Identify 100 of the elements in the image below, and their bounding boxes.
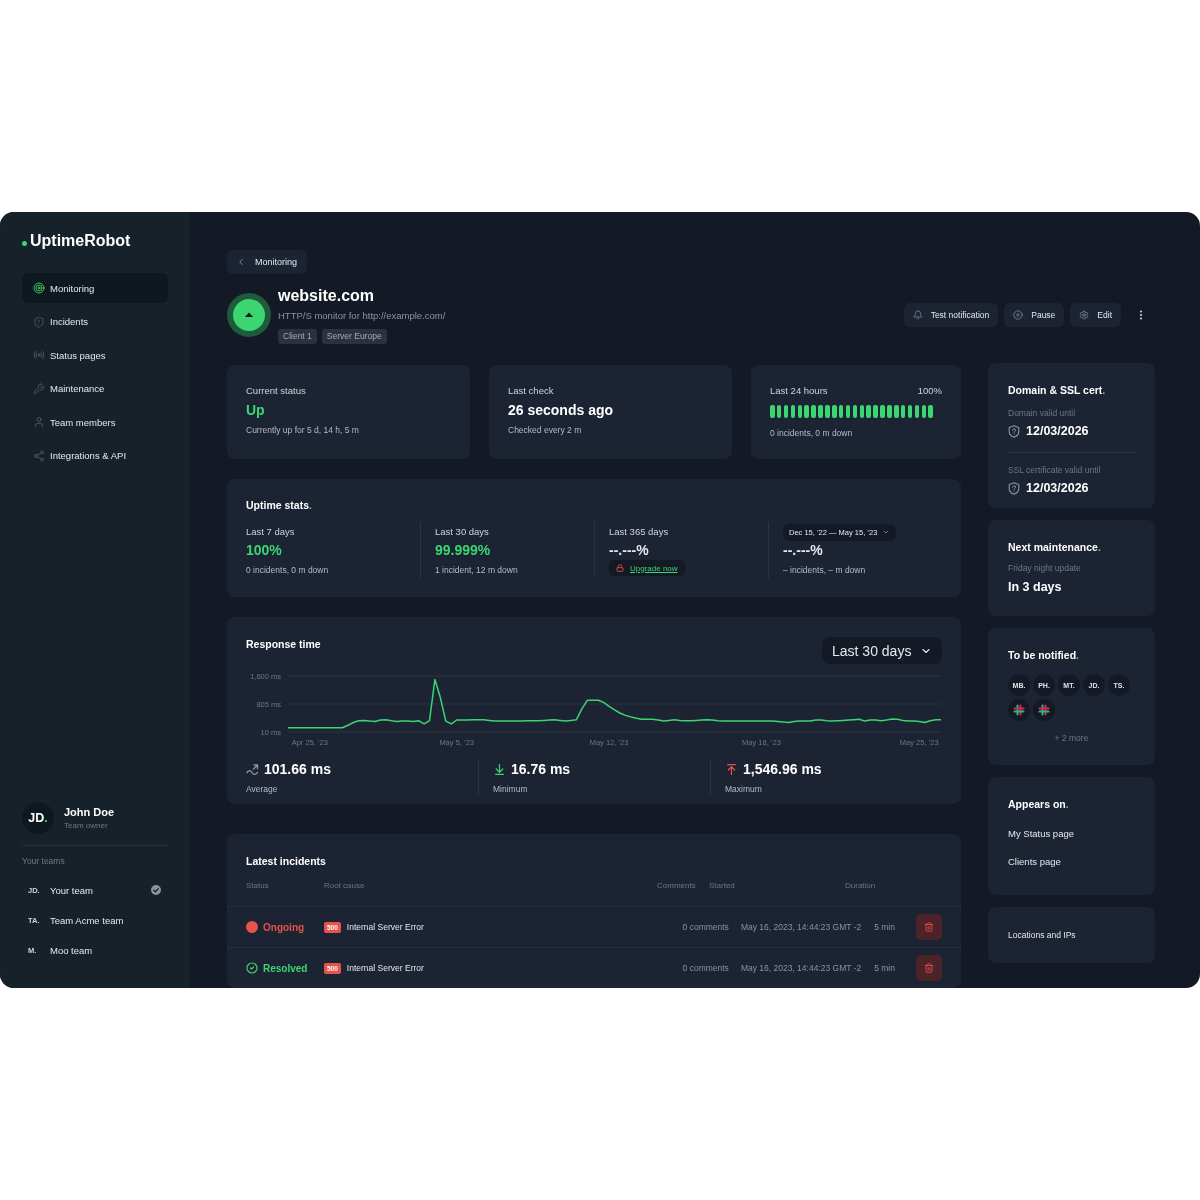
locations-button[interactable]: Locations and IPs bbox=[988, 907, 1155, 963]
stat-label: Maximum bbox=[725, 783, 762, 795]
card-title: Appears on. bbox=[1008, 797, 1069, 811]
card-label: Domain valid until bbox=[1008, 407, 1076, 419]
uptime-percent: 99.999% bbox=[435, 541, 491, 559]
card-title: Next maintenance. bbox=[1008, 540, 1101, 554]
expiry-date: 12/03/2026 bbox=[1026, 424, 1089, 438]
shield-question-icon bbox=[1008, 424, 1020, 438]
uptime-percent: 100% bbox=[917, 385, 942, 397]
shield-alert-icon bbox=[33, 315, 45, 328]
card-label: Current status bbox=[246, 385, 307, 397]
status-page-link[interactable]: My Status page bbox=[1008, 828, 1074, 840]
period-detail: 0 incidents, 0 m down bbox=[246, 564, 329, 576]
maintenance-time: In 3 days bbox=[1008, 579, 1062, 595]
hash-icon bbox=[1008, 699, 1030, 721]
delete-button[interactable] bbox=[916, 914, 942, 940]
maintenance-name: Friday night update bbox=[1008, 562, 1081, 574]
status-page-link[interactable]: Clients page bbox=[1008, 856, 1061, 868]
period-label: Last 7 days bbox=[246, 526, 295, 538]
card-label: SSL certificate valid until bbox=[1008, 464, 1101, 476]
column-header: Started bbox=[709, 881, 735, 890]
started-time: May 16, 2023, 14:44:23 GMT -2 bbox=[740, 922, 862, 932]
back-button[interactable]: Monitoring bbox=[227, 250, 308, 274]
column-header: Comments bbox=[657, 881, 696, 890]
uptime-percent: 100% bbox=[246, 541, 282, 559]
card-title: Uptime stats. bbox=[246, 498, 312, 512]
pause-icon bbox=[1013, 310, 1024, 320]
period-detail: – incidents, – m down bbox=[783, 564, 866, 576]
chevron-down-icon bbox=[882, 528, 891, 536]
incident-status: Ongoing bbox=[263, 921, 305, 933]
trash-icon bbox=[924, 922, 934, 932]
arrow-up-to-line-icon bbox=[725, 762, 738, 776]
trash-icon bbox=[924, 963, 934, 973]
incident-status: Resolved bbox=[263, 962, 308, 974]
period-label: Last 365 days bbox=[609, 526, 669, 538]
user-role: Team owner bbox=[64, 820, 109, 831]
stat-value: 101.66 ms bbox=[264, 760, 331, 778]
share-nodes-icon bbox=[33, 449, 45, 462]
nav-item[interactable]: Monitoring bbox=[22, 273, 168, 303]
card-detail: Currently up for 5 d, 14 h, 5 m bbox=[246, 424, 359, 436]
stat-label: Minimum bbox=[493, 783, 528, 795]
card-title: Domain & SSL cert. bbox=[1008, 383, 1106, 397]
tag: Server Europe bbox=[321, 329, 387, 344]
action-button[interactable]: Pause bbox=[1004, 303, 1065, 327]
user-avatar: JD. bbox=[22, 802, 54, 834]
comments-count: 0 comments bbox=[682, 963, 729, 973]
expiry-date: 12/03/2026 bbox=[1026, 481, 1089, 495]
root-cause: Internal Server Error bbox=[346, 922, 424, 932]
stat-value: 16.76 ms bbox=[511, 760, 571, 778]
user-icon bbox=[33, 416, 45, 428]
nav-item[interactable]: Status pages bbox=[22, 340, 168, 370]
card-title: Latest incidents bbox=[246, 854, 326, 868]
action-button[interactable]: Edit bbox=[1070, 303, 1121, 327]
duration: 5 min bbox=[874, 922, 895, 932]
column-header: Root cause bbox=[324, 881, 365, 890]
comments-count: 0 comments bbox=[682, 922, 729, 932]
hash-icon bbox=[1033, 699, 1055, 721]
nav-item[interactable]: Team members bbox=[22, 407, 168, 437]
tag: Client 1 bbox=[278, 329, 317, 344]
stat-label: Average bbox=[246, 783, 278, 795]
card-label: Last check bbox=[508, 385, 555, 397]
period-label: Last 30 days bbox=[435, 526, 489, 538]
upgrade-link[interactable]: Upgrade now bbox=[609, 560, 685, 576]
broadcast-icon bbox=[33, 349, 45, 361]
user-name: John Doe bbox=[64, 805, 115, 819]
action-button[interactable]: Test notification bbox=[903, 303, 999, 327]
started-time: May 16, 2023, 14:44:23 GMT -2 bbox=[740, 963, 862, 973]
monitor-description: HTTP/S monitor for http://example.com/ bbox=[278, 309, 446, 323]
wrench-icon bbox=[33, 382, 45, 395]
nav-item[interactable]: Incidents bbox=[22, 306, 168, 337]
card-label: Last 24 hours bbox=[770, 385, 828, 397]
card-detail: 0 incidents, 0 m down bbox=[770, 427, 853, 439]
card-detail: Checked every 2 m bbox=[508, 424, 582, 436]
monitor-name: website.com bbox=[278, 286, 375, 306]
nav-item[interactable]: Maintenance bbox=[22, 373, 168, 404]
logo-text: UptimeRobot bbox=[30, 231, 131, 251]
delete-button[interactable] bbox=[916, 955, 942, 981]
target-icon bbox=[33, 282, 45, 294]
stat-value: 1,546.96 ms bbox=[743, 760, 822, 778]
last-check-value: 26 seconds ago bbox=[508, 401, 614, 419]
settings-icon bbox=[1079, 310, 1090, 320]
arrow-down-to-line-icon bbox=[493, 762, 506, 776]
chevron-left-icon bbox=[236, 257, 246, 267]
period-detail: 1 incident, 12 m down bbox=[435, 564, 518, 576]
root-cause: Internal Server Error bbox=[346, 963, 424, 973]
lock-icon bbox=[616, 564, 624, 572]
status-value: Up bbox=[246, 401, 265, 419]
logo-dot-icon bbox=[22, 241, 27, 246]
bell-icon bbox=[912, 310, 923, 320]
duration: 5 min bbox=[874, 963, 895, 973]
section-label: Your teams bbox=[22, 855, 65, 867]
more-contacts: + 2 more bbox=[1054, 732, 1089, 744]
wave-arrow-icon bbox=[246, 762, 259, 776]
column-header: Status bbox=[246, 881, 269, 890]
shield-question-icon bbox=[1008, 481, 1020, 495]
card-title: Response time bbox=[246, 637, 321, 651]
range-dropdown[interactable]: Last 30 days bbox=[822, 637, 942, 664]
nav-item[interactable]: Integrations & API bbox=[22, 440, 168, 471]
card-title: To be notified. bbox=[1008, 648, 1079, 662]
column-header: Duration bbox=[845, 881, 876, 890]
